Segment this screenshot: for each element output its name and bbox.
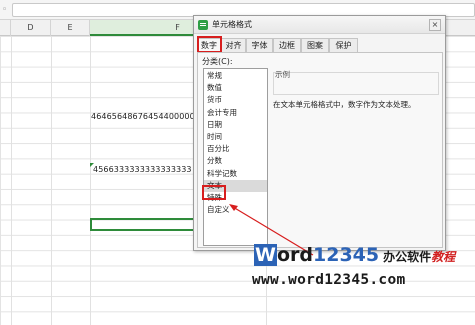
watermark-cn-text: 办公软件 <box>383 250 432 264</box>
format-description: 在文本单元格格式中，数字作为文本处理。 <box>273 100 416 109</box>
watermark-url: www.word12345.com <box>252 272 406 288</box>
watermark-w: W <box>254 244 277 266</box>
category-item-percentage[interactable]: 百分比 <box>204 143 267 155</box>
watermark-number: 12345 <box>313 244 380 266</box>
sample-box <box>273 72 439 95</box>
fx-icon[interactable]: ◦ <box>2 3 10 17</box>
column-header-d[interactable]: D <box>11 20 51 36</box>
tab-protection[interactable]: 保护 <box>329 38 358 52</box>
tab-font[interactable]: 字体 <box>246 38 273 52</box>
column-header-c-partial[interactable] <box>0 20 11 36</box>
category-item-general[interactable]: 常规 <box>204 70 267 82</box>
category-item-fraction[interactable]: 分数 <box>204 155 267 167</box>
dialog-tabs: 数字 对齐 字体 边框 图案 保护 <box>197 38 443 53</box>
watermark-logo: Word12345 办公软件教程 <box>254 244 455 266</box>
category-item-scientific[interactable]: 科学记数 <box>204 168 267 180</box>
category-item-custom[interactable]: 自定义 <box>204 204 267 216</box>
grid-column-line <box>11 36 12 325</box>
tab-alignment[interactable]: 对齐 <box>221 38 246 52</box>
tab-highlight-box <box>197 36 222 53</box>
category-item-number[interactable]: 数值 <box>204 82 267 94</box>
cell-f-number-2[interactable]: 4566333333333333333 <box>93 165 192 174</box>
spreadsheet-app-icon <box>198 20 208 30</box>
watermark-ord: ord <box>276 244 313 266</box>
sample-label: 示例 <box>275 70 290 79</box>
cell-f-number-1[interactable]: 4646564867645440000000 <box>91 112 205 121</box>
dialog-title: 单元格格式 <box>212 20 252 29</box>
close-icon[interactable]: × <box>429 19 441 31</box>
watermark-cn-red: 教程 <box>431 250 456 264</box>
grid-column-line <box>51 36 52 325</box>
watermark: Word12345 办公软件教程 www.word12345.com <box>248 244 475 325</box>
category-label: 分类(C): <box>202 57 233 66</box>
tab-pattern[interactable]: 图案 <box>301 38 329 52</box>
category-item-currency[interactable]: 货币 <box>204 94 267 106</box>
category-item-accounting[interactable]: 会计专用 <box>204 107 267 119</box>
grid-column-line <box>90 36 91 325</box>
format-cells-dialog: 单元格格式 × 数字 对齐 字体 边框 图案 保护 分类(C): 常规 数值 货… <box>193 15 446 251</box>
dialog-titlebar[interactable]: 单元格格式 × <box>194 16 445 34</box>
column-header-e[interactable]: E <box>51 20 90 36</box>
tab-border[interactable]: 边框 <box>273 38 301 52</box>
category-item-date[interactable]: 日期 <box>204 119 267 131</box>
category-highlight-box <box>202 185 226 200</box>
category-item-time[interactable]: 时间 <box>204 131 267 143</box>
category-list[interactable]: 常规 数值 货币 会计专用 日期 时间 百分比 分数 科学记数 文本 特殊 自定… <box>203 68 268 246</box>
